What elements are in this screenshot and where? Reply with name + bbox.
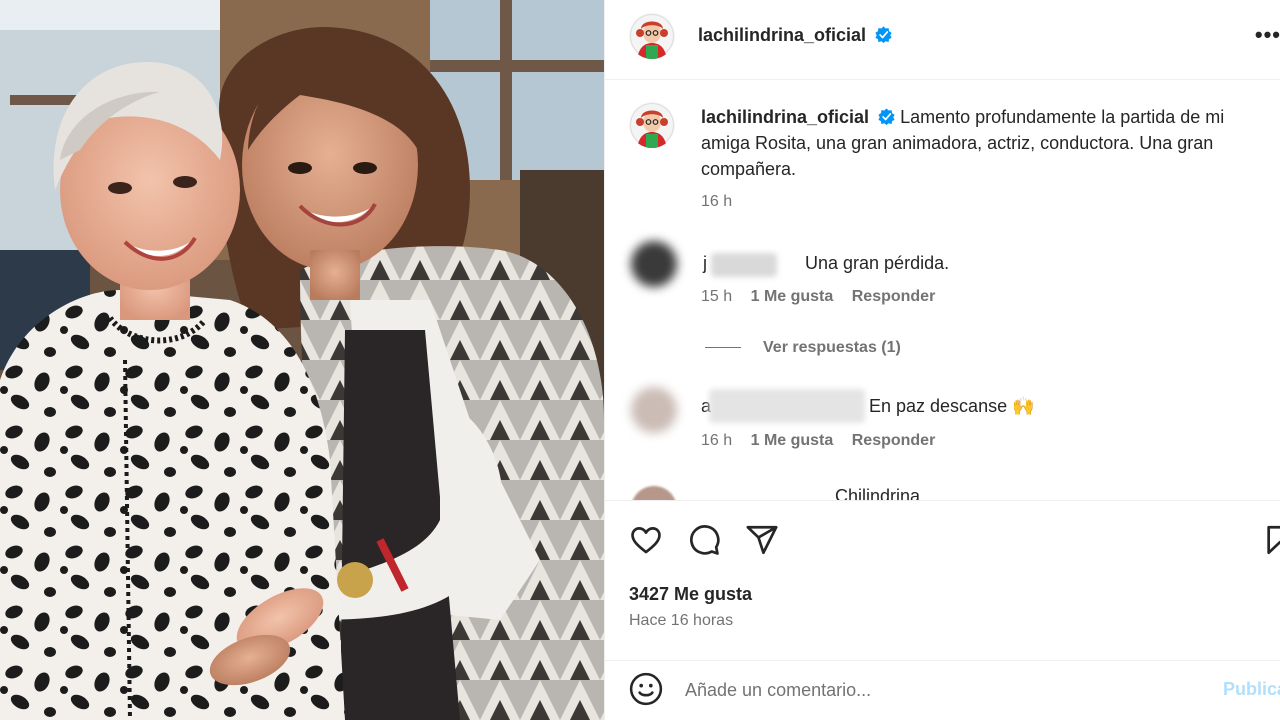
replies-divider [705,347,741,349]
caption-time: 16 h [701,193,732,211]
avatar-image [629,102,675,148]
bookmark-icon[interactable] [1263,523,1280,557]
header-username[interactable]: lachilindrina_oficial [698,25,892,46]
caption-username[interactable]: lachilindrina_oficial [701,107,869,127]
comments-section: lachilindrina_oficial Lamento profundame… [605,81,1280,500]
caption-avatar[interactable] [629,102,675,148]
comment-avatar[interactable] [631,387,677,433]
comment-username[interactable]: j [703,253,707,274]
comment-time: 16 h [701,432,733,449]
post-side-panel: lachilindrina_oficial ••• lachilindrina_… [604,0,1280,720]
comment-text-value: Una gran pérdida. [805,253,950,273]
comment-reply-button[interactable]: Responder [852,432,936,449]
share-icon[interactable] [745,523,779,557]
comment-meta: 15 h 1 Me gusta Responder [701,288,935,306]
comment-likes[interactable]: 1 Me gusta [751,288,834,305]
post-time-ago: Hace 16 horas [629,612,734,629]
post-image [0,0,604,720]
header-username-text[interactable]: lachilindrina_oficial [698,25,866,45]
comment-reply-button[interactable]: Responder [852,288,936,305]
avatar[interactable] [629,13,675,59]
verified-icon [878,108,895,125]
comment-username-initial[interactable]: j [703,253,707,273]
comment-icon[interactable] [687,523,721,557]
comment-avatar[interactable] [631,486,677,500]
post-header: lachilindrina_oficial ••• [605,0,1280,80]
comment-likes[interactable]: 1 Me gusta [751,432,834,449]
verified-icon [875,26,892,43]
post-actions: 3427 Me gusta Hace 16 horas [605,500,1280,660]
likes-count[interactable]: 3427 Me gusta [629,584,752,605]
more-icon: ••• [1254,22,1280,47]
comment-text-value: En paz descanse 🙌 [869,396,1035,416]
blurred-username [711,253,777,277]
view-replies-button[interactable]: Ver respuestas (1) [705,339,901,357]
publish-button[interactable]: Publicar [1223,679,1280,700]
view-replies-label[interactable]: Ver respuestas (1) [763,339,901,356]
add-comment-bar: Publicar [605,660,1280,720]
comment-meta: 16 h 1 Me gusta Responder [701,432,935,450]
emoji-icon[interactable] [629,672,663,706]
post-photo[interactable] [0,0,604,720]
comment-avatar[interactable] [631,241,677,287]
comment-text: Una gran pérdida. [805,253,949,274]
blurred-username [709,389,865,423]
caption-time-text: 16 h [701,193,733,210]
heart-icon[interactable] [629,523,663,557]
comment-text: En paz descanse 🙌 [869,396,1035,417]
comment-time: 15 h [701,288,733,305]
comment-input[interactable] [685,675,1205,705]
more-options-button[interactable]: ••• [1255,22,1280,48]
comment-text: Chilindrina [835,486,920,500]
comment-text-value: Chilindrina [835,486,921,500]
avatar-image [629,13,675,59]
post-caption: lachilindrina_oficial Lamento profundame… [701,104,1271,182]
